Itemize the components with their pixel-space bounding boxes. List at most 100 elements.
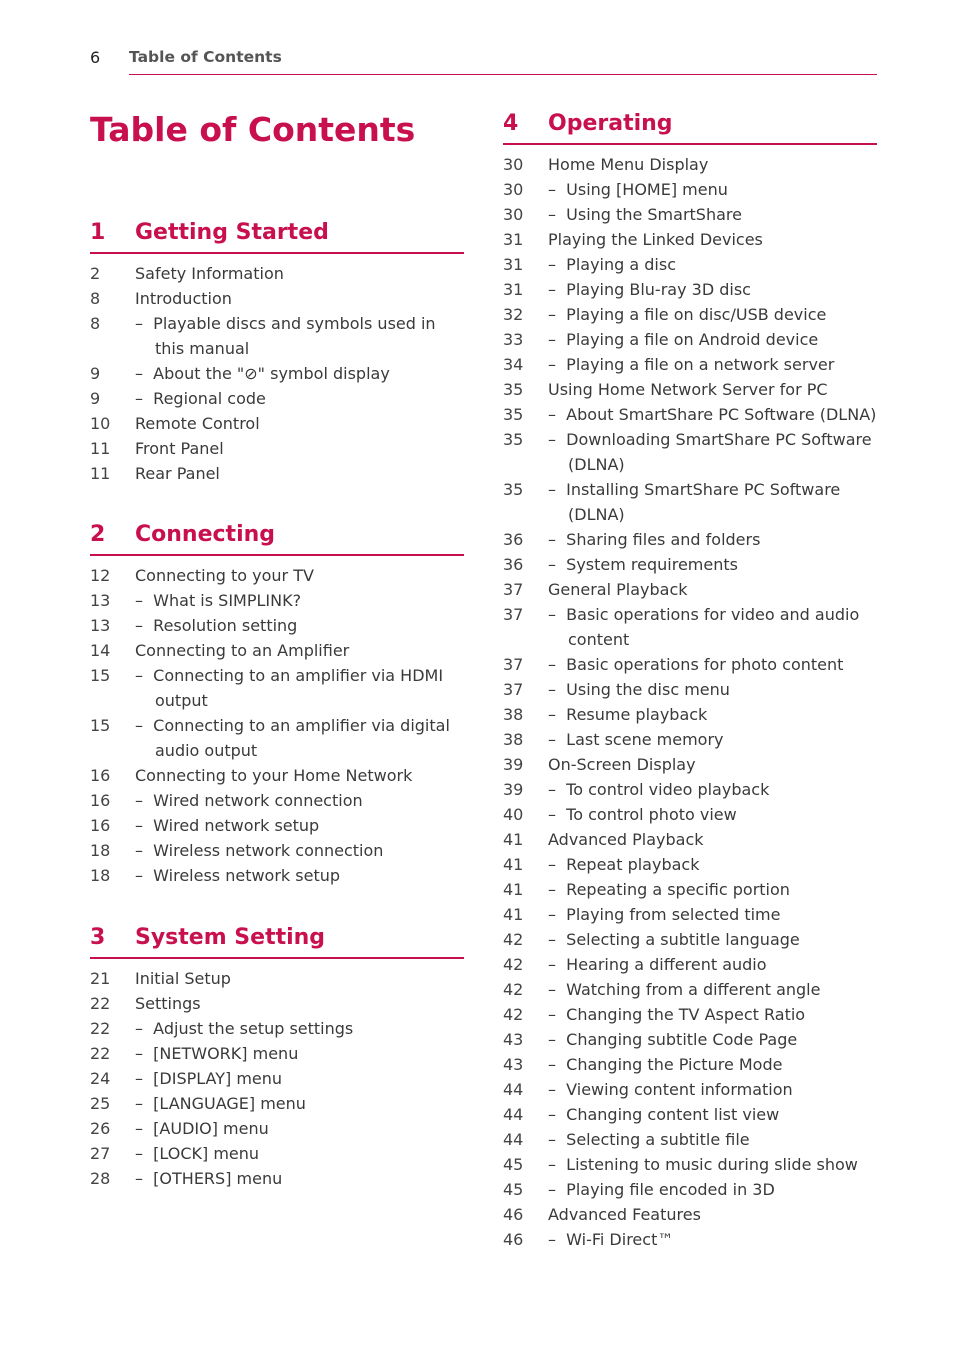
toc-entry[interactable]: 10 Remote Control xyxy=(90,411,464,436)
toc-section-operating: 4 Operating 30 Home Menu Display 30 Using [… xyxy=(503,111,877,1252)
toc-subentry[interactable]: 46 Wi-Fi Direct™ xyxy=(503,1227,877,1252)
toc-subentry[interactable]: 16 Wired network connection xyxy=(90,788,464,813)
entry-page-number: 15 xyxy=(90,666,111,685)
toc-subentry[interactable]: 38 Resume playback xyxy=(503,702,877,727)
entry-page-number: 13 xyxy=(90,616,111,635)
toc-subentry[interactable]: 40 To control photo view xyxy=(503,802,877,827)
toc-subentry[interactable]: 33 Playing a file on Android device xyxy=(503,327,877,352)
toc-entry[interactable]: 37 General Playback xyxy=(503,577,877,602)
toc-subentry[interactable]: 18 Wireless network setup xyxy=(90,863,464,888)
toc-subentry[interactable]: 22 Adjust the setup settings xyxy=(90,1016,464,1041)
toc-subentry[interactable]: 42 Changing the TV Aspect Ratio xyxy=(503,1002,877,1027)
section-title[interactable]: System Setting xyxy=(135,925,325,950)
toc-subentry[interactable]: 35 About SmartShare PC Software (DLNA) xyxy=(503,402,877,427)
toc-subentry[interactable]: 38 Last scene memory xyxy=(503,727,877,752)
toc-subentry[interactable]: 42 Watching from a different angle xyxy=(503,977,877,1002)
entry-title: Installing SmartShare PC Software (DLNA) xyxy=(548,477,877,527)
toc-subentry[interactable]: 44 Viewing content information xyxy=(503,1077,877,1102)
toc-subentry[interactable]: 26 [AUDIO] menu xyxy=(90,1116,464,1141)
toc-subentry[interactable]: 34 Playing a file on a network server xyxy=(503,352,877,377)
toc-subentry[interactable]: 41 Repeat playback xyxy=(503,852,877,877)
toc-entry[interactable]: 11 Front Panel xyxy=(90,436,464,461)
entry-page-number: 41 xyxy=(503,880,524,899)
entry-page-number: 37 xyxy=(503,605,524,624)
toc-entry[interactable]: 35 Using Home Network Server for PC xyxy=(503,377,877,402)
toc-subentry[interactable]: 13 What is SIMPLINK? xyxy=(90,588,464,613)
toc-entry[interactable]: 8 Introduction xyxy=(90,286,464,311)
toc-subentry[interactable]: 27 [LOCK] menu xyxy=(90,1141,464,1166)
toc-subentry[interactable]: 37 Using the disc menu xyxy=(503,677,877,702)
toc-subentry[interactable]: 44 Changing content list view xyxy=(503,1102,877,1127)
toc-entry[interactable]: 11 Rear Panel xyxy=(90,461,464,486)
toc-subentry[interactable]: 31 Playing Blu-ray 3D disc xyxy=(503,277,877,302)
entry-page-number: 39 xyxy=(503,755,524,774)
toc-entry[interactable]: 14 Connecting to an Amplifier xyxy=(90,638,464,663)
entry-page-number: 45 xyxy=(503,1155,524,1174)
toc-subentry[interactable]: 30 Using [HOME] menu xyxy=(503,177,877,202)
toc-subentry[interactable]: 36 System requirements xyxy=(503,552,877,577)
section-title[interactable]: Getting Started xyxy=(135,220,329,245)
entry-title: Wired network connection xyxy=(135,788,464,813)
toc-entry[interactable]: 39 On-Screen Display xyxy=(503,752,877,777)
toc-subentry[interactable]: 44 Selecting a subtitle file xyxy=(503,1127,877,1152)
entry-page-number: 13 xyxy=(90,591,111,610)
entry-title: Remote Control xyxy=(135,414,260,433)
entry-title: [OTHERS] menu xyxy=(135,1166,464,1191)
toc-subentry[interactable]: 18 Wireless network connection xyxy=(90,838,464,863)
toc-subentry[interactable]: 8 Playable discs and symbols used in this… xyxy=(90,311,464,361)
entry-title: Selecting a subtitle file xyxy=(548,1127,877,1152)
toc-subentry[interactable]: 42 Hearing a different audio xyxy=(503,952,877,977)
toc-subentry[interactable]: 32 Playing a file on disc/USB device xyxy=(503,302,877,327)
entry-title: Playing a disc xyxy=(548,252,877,277)
entry-page-number: 41 xyxy=(503,830,524,849)
toc-subentry[interactable]: 35 Downloading SmartShare PC Software (DL… xyxy=(503,427,877,477)
section-title[interactable]: Connecting xyxy=(135,522,275,547)
toc-subentry[interactable]: 37 Basic operations for video and audio c… xyxy=(503,602,877,652)
toc-subentry[interactable]: 15 Connecting to an amplifier via digital… xyxy=(90,713,464,763)
entry-title: Changing subtitle Code Page xyxy=(548,1027,877,1052)
toc-subentry[interactable]: 42 Selecting a subtitle language xyxy=(503,927,877,952)
toc-subentry[interactable]: 36 Sharing files and folders xyxy=(503,527,877,552)
entry-page-number: 18 xyxy=(90,841,111,860)
entry-title: Wireless network connection xyxy=(135,838,464,863)
toc-subentry[interactable]: 43 Changing subtitle Code Page xyxy=(503,1027,877,1052)
entry-page-number: 27 xyxy=(90,1144,111,1163)
toc-subentry[interactable]: 15 Connecting to an amplifier via HDMI ou… xyxy=(90,663,464,713)
toc-subentry[interactable]: 25 [LANGUAGE] menu xyxy=(90,1091,464,1116)
entry-title: System requirements xyxy=(548,552,877,577)
toc-entry[interactable]: 12 Connecting to your TV xyxy=(90,563,464,588)
toc-subentry[interactable]: 30 Using the SmartShare xyxy=(503,202,877,227)
toc-entry[interactable]: 30 Home Menu Display xyxy=(503,152,877,177)
toc-subentry[interactable]: 45 Listening to music during slide show xyxy=(503,1152,877,1177)
toc-subentry[interactable]: 16 Wired network setup xyxy=(90,813,464,838)
toc-subentry[interactable]: 45 Playing file encoded in 3D xyxy=(503,1177,877,1202)
toc-subentry[interactable]: 28 [OTHERS] menu xyxy=(90,1166,464,1191)
entry-page-number: 18 xyxy=(90,866,111,885)
toc-subentry[interactable]: 37 Basic operations for photo content xyxy=(503,652,877,677)
toc-subentry[interactable]: 41 Repeating a specific portion xyxy=(503,877,877,902)
toc-subentry[interactable]: 41 Playing from selected time xyxy=(503,902,877,927)
toc-entry[interactable]: 16 Connecting to your Home Network xyxy=(90,763,464,788)
toc-subentry[interactable]: 9 About the "⊘" symbol display xyxy=(90,361,464,386)
toc-subentry[interactable]: 24 [DISPLAY] menu xyxy=(90,1066,464,1091)
toc-subentry[interactable]: 39 To control video playback xyxy=(503,777,877,802)
toc-section-system-setting: 3 System Setting 21 Initial Setup 22 Settin… xyxy=(90,925,464,1191)
toc-entry[interactable]: 2 Safety Information xyxy=(90,261,464,286)
entry-page-number: 31 xyxy=(503,255,524,274)
toc-subentry[interactable]: 43 Changing the Picture Mode xyxy=(503,1052,877,1077)
toc-subentry[interactable]: 35 Installing SmartShare PC Software (DLN… xyxy=(503,477,877,527)
section-number: 3 xyxy=(90,925,106,950)
entry-page-number: 11 xyxy=(90,439,111,458)
toc-entry[interactable]: 22 Settings xyxy=(90,991,464,1016)
toc-subentry[interactable]: 22 [NETWORK] menu xyxy=(90,1041,464,1066)
toc-entry[interactable]: 21 Initial Setup xyxy=(90,966,464,991)
toc-entry[interactable]: 41 Advanced Playback xyxy=(503,827,877,852)
section-title[interactable]: Operating xyxy=(548,111,673,136)
toc-entry[interactable]: 31 Playing the Linked Devices xyxy=(503,227,877,252)
toc-subentry[interactable]: 13 Resolution setting xyxy=(90,613,464,638)
toc-subentry[interactable]: 9 Regional code xyxy=(90,386,464,411)
toc-subentry[interactable]: 31 Playing a disc xyxy=(503,252,877,277)
running-title: Table of Contents xyxy=(129,48,282,66)
section-number: 2 xyxy=(90,522,106,547)
toc-entry[interactable]: 46 Advanced Features xyxy=(503,1202,877,1227)
